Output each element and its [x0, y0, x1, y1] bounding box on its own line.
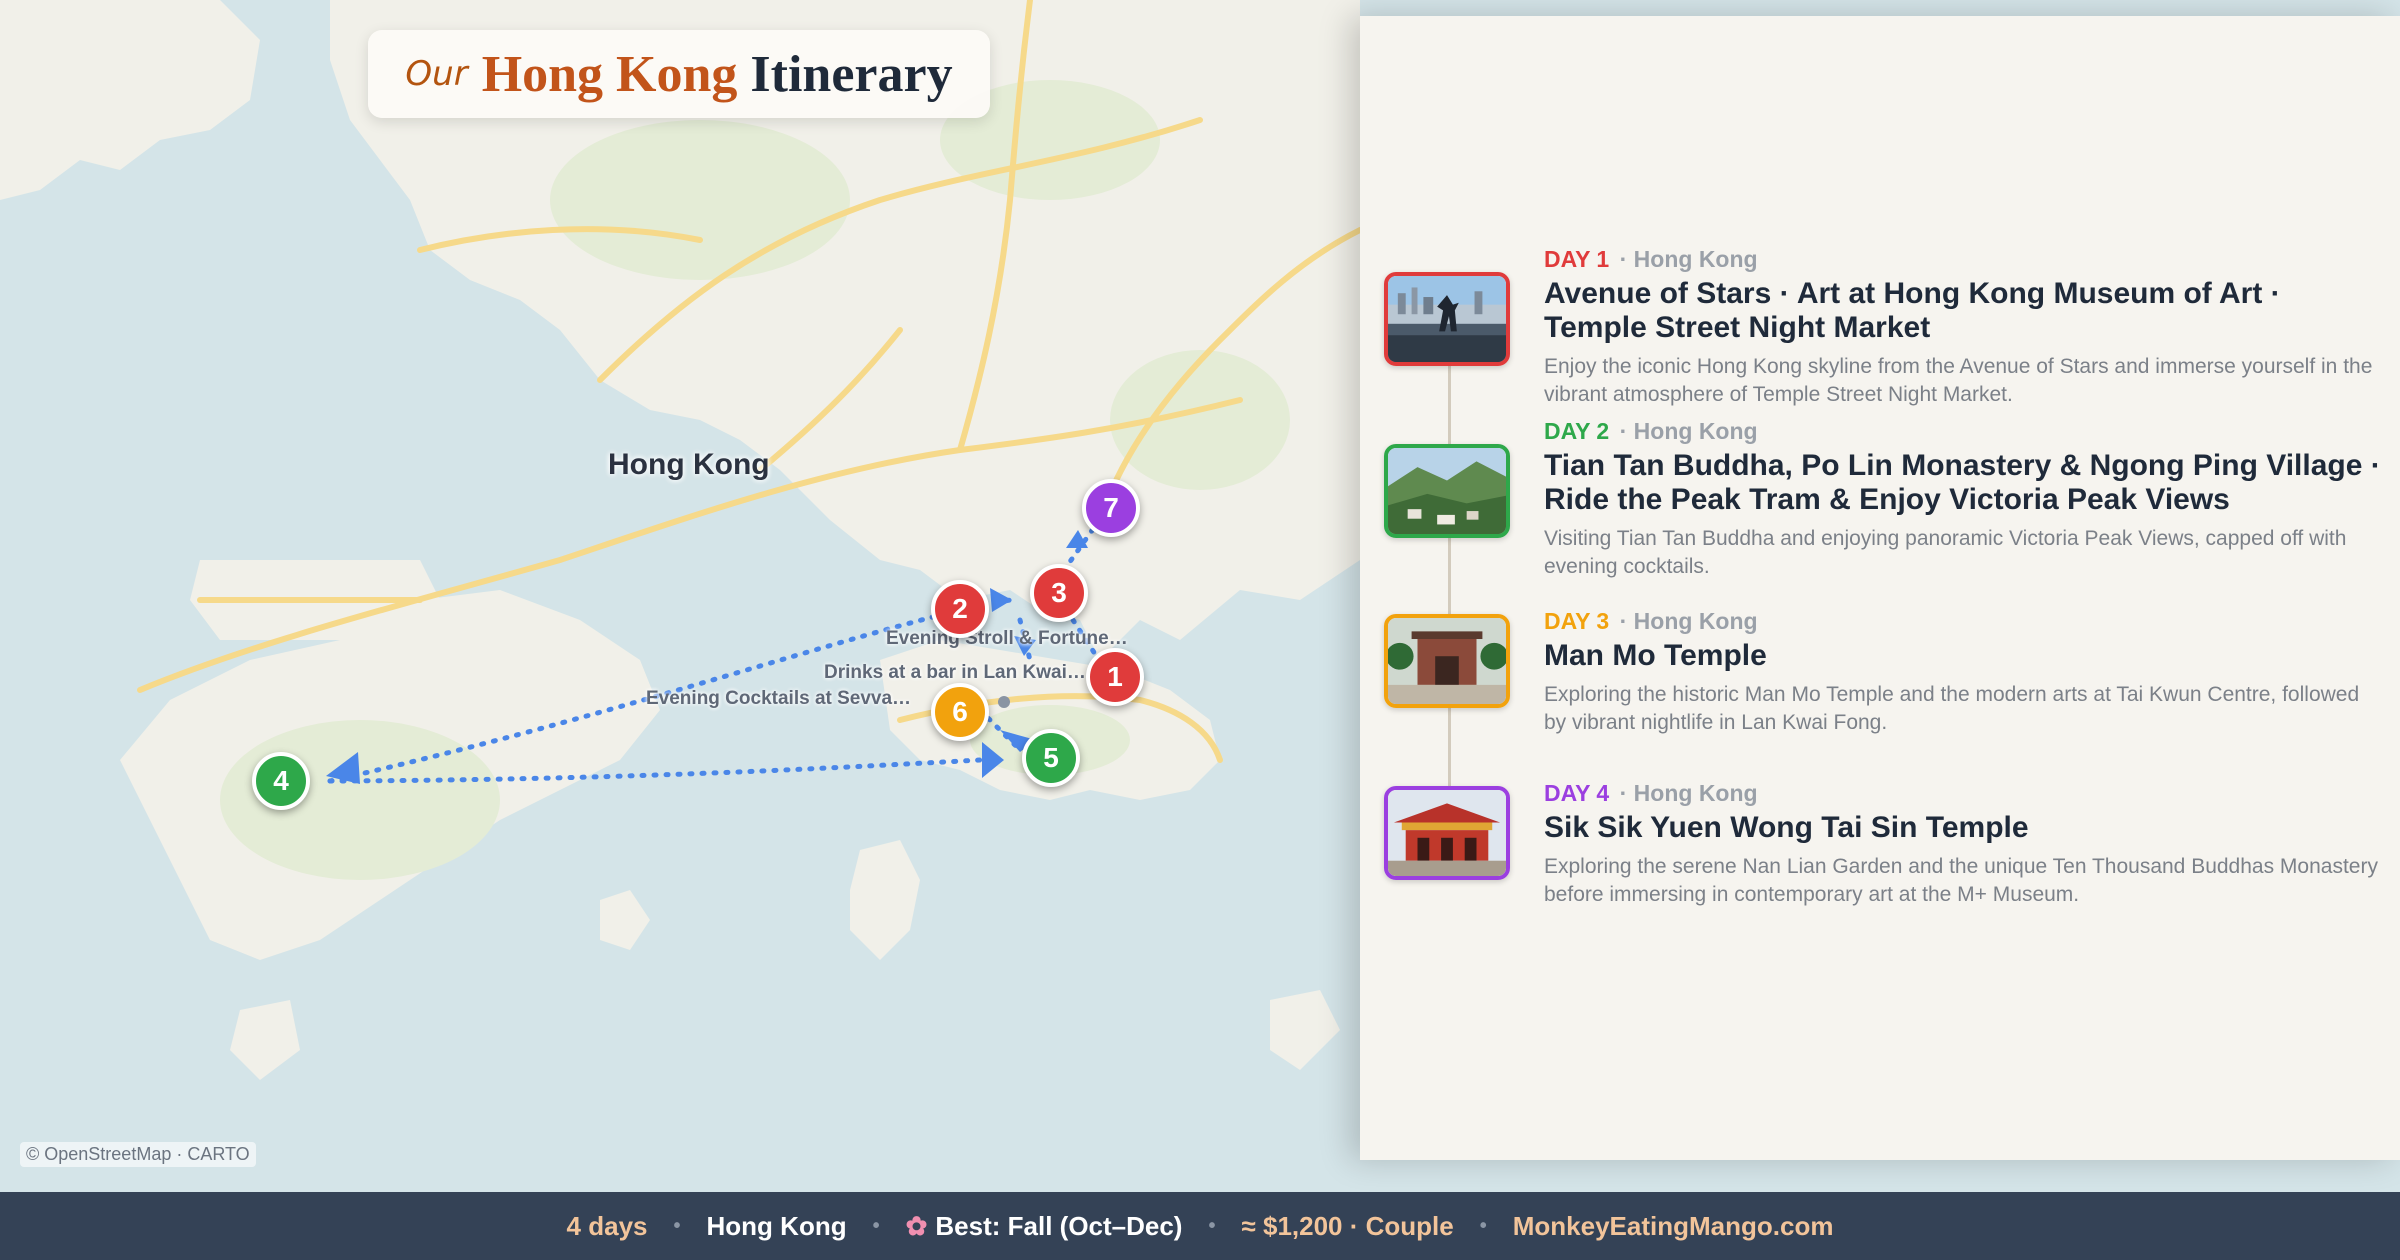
trip-budget: ≈ $1,200 · Couple: [1241, 1210, 1454, 1241]
separator-dot: •: [673, 1214, 681, 1237]
day-card-3[interactable]: DAY 3 · Hong Kong Man Mo Temple Explorin…: [1384, 608, 2384, 768]
separator-dot: •: [872, 1214, 880, 1237]
day-card-4[interactable]: DAY 4 · Hong Kong Sik Sik Yuen Wong Tai …: [1384, 780, 2384, 940]
day-description: Exploring the historic Man Mo Temple and…: [1544, 683, 2360, 734]
separator-dot: •: [1479, 1214, 1487, 1237]
map-marker-4[interactable]: 4: [252, 752, 310, 810]
trip-destination: Hong Kong: [706, 1210, 847, 1241]
day-title: Avenue of Stars · Art at Hong Kong Museu…: [1544, 277, 2281, 344]
red-temple-photo[interactable]: [1384, 786, 1510, 880]
map-marker-1[interactable]: 1: [1086, 648, 1144, 706]
separator-dot: •: [1208, 1214, 1216, 1237]
title-part2: Itinerary: [750, 45, 953, 103]
page-title: Hong Kong Itinerary: [482, 45, 953, 104]
waypoint-dot: [998, 696, 1010, 708]
title-prefix: Our: [405, 54, 468, 94]
flower-icon: ✿: [905, 1210, 928, 1241]
day-place: Hong Kong: [1633, 246, 1758, 272]
temple-courtyard-photo[interactable]: [1384, 614, 1510, 708]
day-place: Hong Kong: [1633, 418, 1758, 444]
park-area: [550, 120, 850, 280]
day-title: Tian Tan Buddha, Po Lin Monastery & Ngon…: [1544, 449, 2381, 516]
marker-number: 3: [1051, 577, 1067, 608]
marker-number: 5: [1043, 742, 1059, 773]
trip-duration: 4 days: [566, 1210, 648, 1241]
day-number: DAY 1: [1544, 246, 1610, 272]
day-description: Visiting Tian Tan Buddha and enjoying pa…: [1544, 527, 2347, 578]
mountain-village-photo[interactable]: [1384, 444, 1510, 538]
day-place: Hong Kong: [1633, 608, 1758, 634]
map-marker-7[interactable]: 7: [1082, 479, 1140, 537]
marker-number: 6: [952, 696, 968, 727]
map-marker-3[interactable]: 3: [1030, 564, 1088, 622]
day-number: DAY 3: [1544, 608, 1610, 634]
city-label: Hong Kong: [608, 448, 770, 481]
site-link[interactable]: MonkeyEatingMango.com: [1513, 1211, 1834, 1242]
marker-number: 4: [273, 765, 289, 796]
stop-label-2: Drinks at a bar in Lan Kwai…: [824, 662, 1086, 683]
stop-label-3: Evening Cocktails at Sevva…: [646, 688, 912, 709]
stop-label-1: Evening Stroll & Fortune…: [886, 628, 1128, 649]
title-card: Our Hong Kong Itinerary: [368, 30, 990, 118]
day-number: DAY 2: [1544, 418, 1610, 444]
footer-bar: 4 days • Hong Kong • ✿ Best: Fall (Oct–De…: [0, 1192, 2400, 1260]
day-title: Man Mo Temple: [1544, 639, 1767, 672]
best-season: ✿ Best: Fall (Oct–Dec): [906, 1211, 1183, 1242]
map-attribution[interactable]: © OpenStreetMap · CARTO: [20, 1142, 256, 1167]
marker-number: 2: [952, 593, 968, 624]
day-description: Enjoy the iconic Hong Kong skyline from …: [1544, 355, 2373, 406]
map-marker-6[interactable]: 6: [931, 683, 989, 741]
title-part1: Hong Kong: [481, 45, 738, 103]
day-number: DAY 4: [1544, 780, 1610, 806]
day-place: Hong Kong: [1633, 780, 1758, 806]
day-card-2[interactable]: DAY 2 · Hong Kong Tian Tan Buddha, Po Li…: [1384, 418, 2384, 578]
marker-number: 7: [1103, 492, 1119, 523]
map-marker-5[interactable]: 5: [1022, 729, 1080, 787]
day-title: Sik Sik Yuen Wong Tai Sin Temple: [1544, 811, 2029, 844]
marker-number: 1: [1107, 661, 1123, 692]
map-marker-2[interactable]: 2: [931, 580, 989, 638]
harbour-statue-photo[interactable]: [1384, 272, 1510, 366]
day-description: Exploring the serene Nan Lian Garden and…: [1544, 855, 2378, 906]
itinerary-panel[interactable]: DAY 1 · Hong Kong Avenue of Stars · Art …: [1360, 16, 2400, 1160]
best-season-text: Best: Fall (Oct–Dec): [935, 1210, 1183, 1241]
day-card-1[interactable]: DAY 1 · Hong Kong Avenue of Stars · Art …: [1384, 246, 2384, 406]
